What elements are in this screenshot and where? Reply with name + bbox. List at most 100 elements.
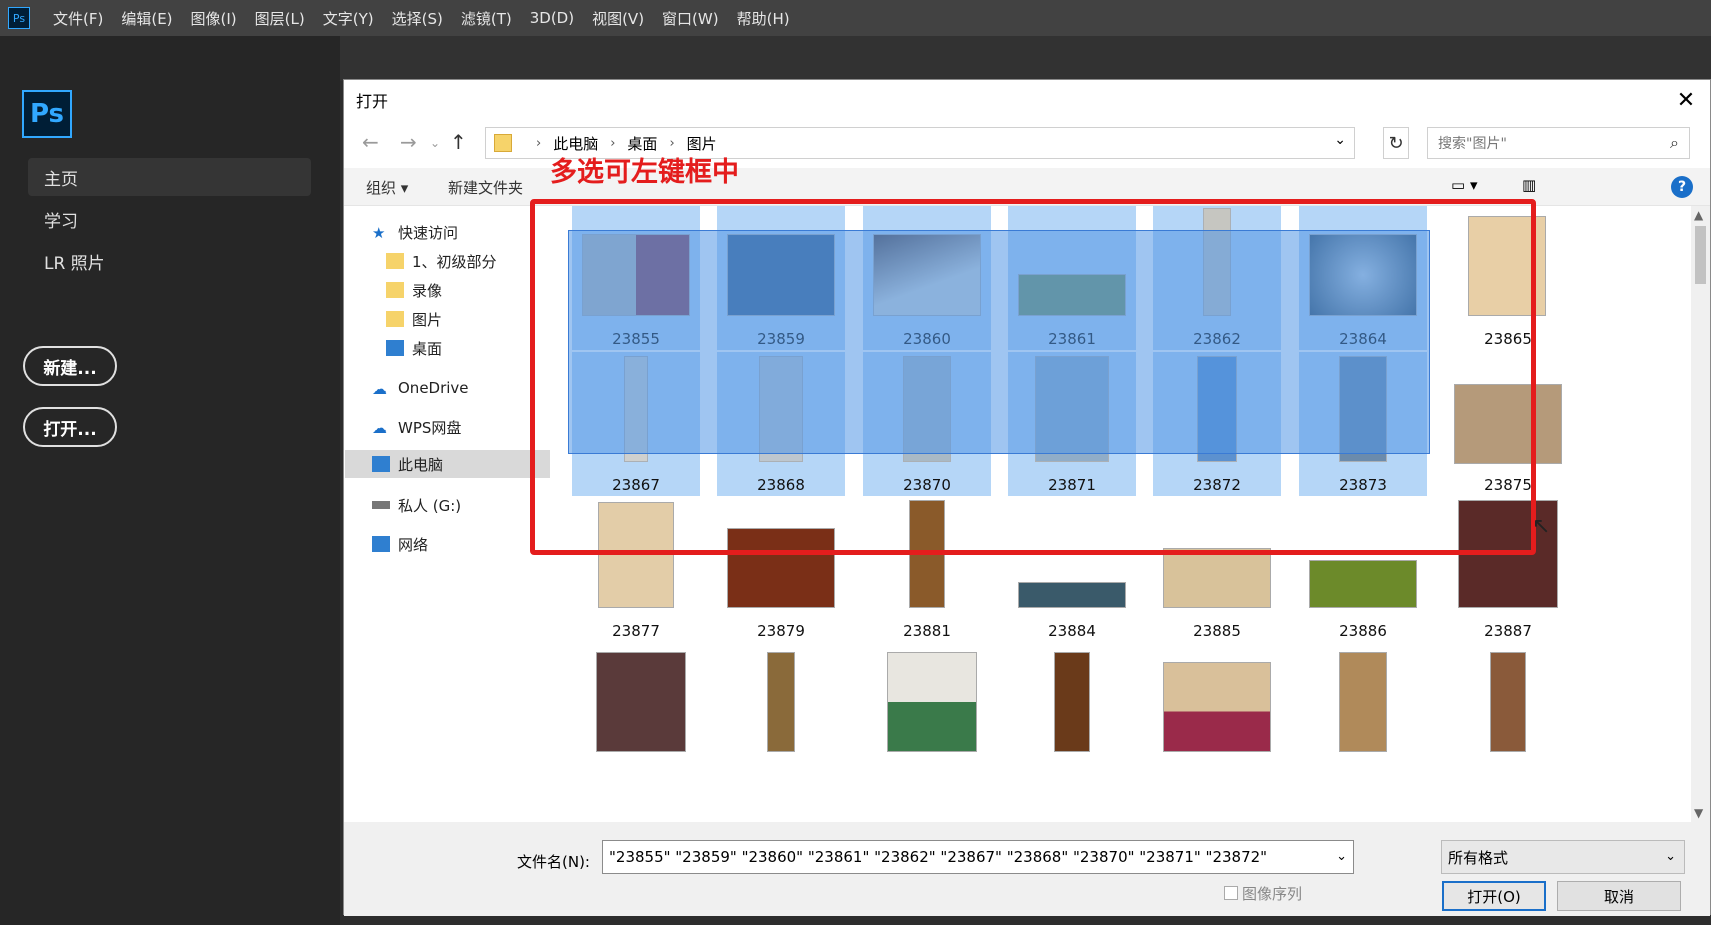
sidebar-item-quick-access[interactable]: ★ 快速访问 bbox=[372, 218, 458, 246]
mouse-cursor-icon: ↖ bbox=[1532, 514, 1551, 539]
menu-bar: Ps 文件(F) 编辑(E) 图像(I) 图层(L) 文字(Y) 选择(S) 滤… bbox=[0, 0, 1711, 36]
back-arrow-icon[interactable]: ← bbox=[362, 130, 379, 154]
star-icon: ★ bbox=[372, 224, 386, 242]
help-icon[interactable]: ? bbox=[1671, 176, 1693, 198]
sidebar-item-drive-g[interactable]: 私人 (G:) bbox=[372, 491, 461, 519]
chevron-down-icon[interactable]: ⌄ bbox=[1336, 849, 1347, 864]
annotation-highlight-box bbox=[530, 199, 1536, 555]
sidebar-label: 此电脑 bbox=[398, 455, 444, 474]
filename-input[interactable]: "23855" "23859" "23860" "23861" "23862" … bbox=[602, 840, 1354, 874]
filetype-value: 所有格式 bbox=[1448, 848, 1509, 867]
file-item[interactable] bbox=[572, 644, 700, 788]
thumbnail bbox=[1339, 652, 1387, 752]
sidebar-label: 桌面 bbox=[412, 339, 443, 358]
sidebar-label: OneDrive bbox=[398, 379, 469, 397]
sidebar-item-this-pc[interactable]: 此电脑 bbox=[345, 450, 550, 478]
menu-edit[interactable]: 编辑(E) bbox=[112, 8, 181, 29]
filetype-select[interactable]: 所有格式 ⌄ bbox=[1441, 840, 1685, 874]
desktop-icon bbox=[386, 340, 404, 356]
scroll-up-icon[interactable]: ▲ bbox=[1694, 208, 1703, 222]
close-icon[interactable]: ✕ bbox=[1672, 86, 1700, 114]
home-sidebar: Ps 主页 学习 LR 照片 新建... 打开... bbox=[0, 36, 340, 925]
thumbnail bbox=[596, 652, 686, 752]
open-confirm-button[interactable]: 打开(O) bbox=[1442, 881, 1546, 911]
thumbnail bbox=[1163, 548, 1271, 608]
dialog-footer: 文件名(N): "23855" "23859" "23860" "23861" … bbox=[344, 822, 1710, 916]
forward-arrow-icon[interactable]: → bbox=[400, 130, 417, 154]
sidebar-item-wps[interactable]: ☁ WPS网盘 bbox=[372, 413, 461, 441]
network-icon bbox=[372, 536, 390, 552]
menu-window[interactable]: 窗口(W) bbox=[653, 8, 728, 29]
file-item[interactable] bbox=[863, 644, 991, 788]
menu-3d[interactable]: 3D(D) bbox=[521, 9, 583, 27]
sidebar-label: 网络 bbox=[398, 535, 429, 554]
nav-learn[interactable]: 学习 bbox=[28, 200, 311, 238]
sidebar-item-desktop[interactable]: 桌面 bbox=[386, 334, 442, 362]
sidebar-item-pictures[interactable]: 图片 bbox=[386, 305, 442, 333]
file-label: 23877 bbox=[612, 622, 660, 640]
image-sequence-label: 图像序列 bbox=[1242, 885, 1303, 903]
file-item[interactable] bbox=[717, 644, 845, 788]
folder-icon bbox=[386, 282, 404, 298]
file-item[interactable] bbox=[1008, 644, 1136, 788]
up-arrow-icon[interactable]: ↑ bbox=[450, 130, 467, 154]
nav-lr-photos[interactable]: LR 照片 bbox=[28, 242, 311, 280]
sidebar-item-recordings[interactable]: 录像 bbox=[386, 276, 442, 304]
menu-filter[interactable]: 滤镜(T) bbox=[452, 8, 521, 29]
scroll-thumb[interactable] bbox=[1695, 226, 1706, 284]
recent-dropdown-icon[interactable]: ⌄ bbox=[430, 136, 440, 150]
menu-layer[interactable]: 图层(L) bbox=[246, 8, 314, 29]
new-folder-button[interactable]: 新建文件夹 bbox=[448, 177, 523, 198]
sidebar-item-network[interactable]: 网络 bbox=[372, 530, 428, 558]
file-label: 23886 bbox=[1339, 622, 1387, 640]
search-input[interactable]: 搜索"图片" ⌕ bbox=[1427, 127, 1690, 159]
sidebar-item-basics[interactable]: 1、初级部分 bbox=[386, 247, 497, 275]
view-menu-icon[interactable]: ▭ ▾ bbox=[1451, 176, 1477, 194]
annotation-text: 多选可左键框中 bbox=[550, 157, 739, 188]
chevron-right-icon: › bbox=[536, 135, 542, 151]
scroll-down-icon[interactable]: ▼ bbox=[1694, 806, 1703, 820]
photoshop-logo: Ps bbox=[22, 90, 72, 138]
menu-select[interactable]: 选择(S) bbox=[383, 8, 452, 29]
thumbnail bbox=[887, 652, 977, 752]
file-label: 23881 bbox=[903, 622, 951, 640]
refresh-icon[interactable]: ↻ bbox=[1383, 127, 1409, 159]
preview-pane-icon[interactable]: ▥ bbox=[1522, 176, 1536, 194]
file-label: 23887 bbox=[1484, 622, 1532, 640]
chevron-down-icon: ⌄ bbox=[1665, 849, 1676, 864]
dialog-title: 打开 bbox=[356, 92, 389, 111]
menu-file[interactable]: 文件(F) bbox=[44, 8, 112, 29]
sidebar-label: 1、初级部分 bbox=[412, 252, 497, 271]
image-sequence-checkbox[interactable] bbox=[1224, 886, 1238, 900]
cloud-icon: ☁ bbox=[372, 380, 387, 398]
new-button[interactable]: 新建... bbox=[23, 346, 117, 386]
file-label: 23879 bbox=[757, 622, 805, 640]
sidebar-label: 录像 bbox=[412, 281, 443, 300]
thumbnail bbox=[1490, 652, 1526, 752]
search-placeholder: 搜索"图片" bbox=[1438, 136, 1507, 152]
folder-icon bbox=[386, 253, 404, 269]
thumbnail bbox=[1018, 582, 1126, 608]
sidebar-label: 快速访问 bbox=[398, 223, 459, 242]
sidebar-item-onedrive[interactable]: ☁ OneDrive bbox=[372, 374, 469, 402]
thumbnail bbox=[1163, 662, 1271, 752]
file-item[interactable] bbox=[1153, 644, 1281, 788]
cancel-button[interactable]: 取消 bbox=[1557, 881, 1681, 911]
vertical-scrollbar[interactable]: ▲ ▼ bbox=[1691, 206, 1710, 822]
photoshop-app-icon: Ps bbox=[8, 7, 30, 29]
nav-home[interactable]: 主页 bbox=[28, 158, 311, 196]
sidebar-label: 私人 (G:) bbox=[398, 496, 462, 515]
thumbnail bbox=[1309, 560, 1417, 608]
thumbnail bbox=[1054, 652, 1090, 752]
folder-icon bbox=[494, 134, 512, 152]
search-icon: ⌕ bbox=[1670, 133, 1679, 152]
menu-type[interactable]: 文字(Y) bbox=[314, 8, 383, 29]
menu-view[interactable]: 视图(V) bbox=[583, 8, 653, 29]
chevron-down-icon[interactable]: ⌄ bbox=[1334, 132, 1346, 148]
menu-help[interactable]: 帮助(H) bbox=[728, 8, 799, 29]
file-item[interactable] bbox=[1444, 644, 1572, 788]
organize-button[interactable]: 组织 ▾ bbox=[366, 177, 408, 198]
open-button[interactable]: 打开... bbox=[23, 407, 117, 447]
menu-image[interactable]: 图像(I) bbox=[182, 8, 246, 29]
file-item[interactable] bbox=[1299, 644, 1427, 788]
